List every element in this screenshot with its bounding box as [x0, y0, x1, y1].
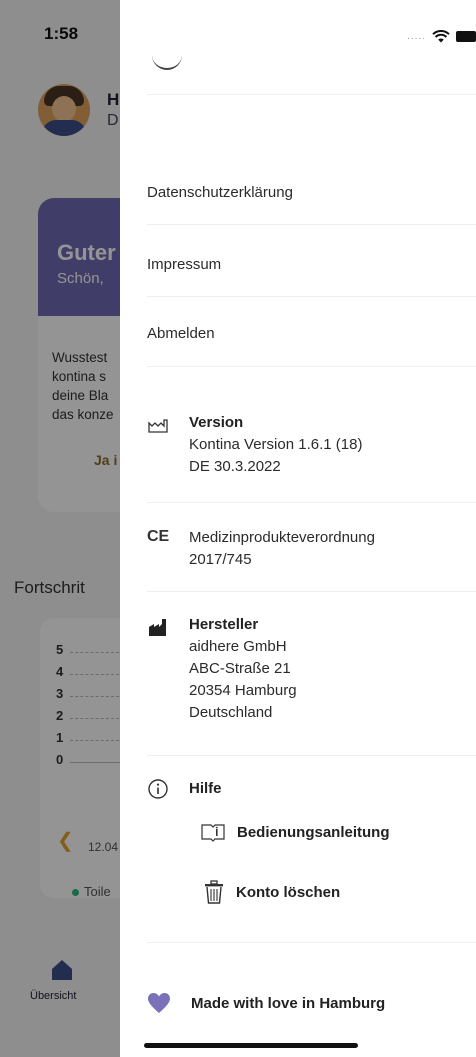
status-indicators: ..... — [407, 30, 476, 43]
version-number: Kontina Version 1.6.1 (18) — [189, 436, 363, 453]
version-date: DE 30.3.2022 — [189, 458, 281, 475]
manufacturer-city: 20354 Hamburg — [189, 682, 297, 699]
home-indicator[interactable] — [144, 1043, 358, 1048]
logout-link[interactable]: Abmelden — [147, 325, 215, 342]
help-heading: Hilfe — [189, 780, 222, 797]
manual-label: Bedienungsanleitung — [237, 823, 390, 841]
made-with-love-label: Made with love in Hamburg — [191, 994, 386, 1012]
privacy-policy-link[interactable]: Datenschutzerklärung — [147, 184, 293, 201]
regulation-line1: Medizinprodukteverordnung — [189, 529, 375, 546]
version-heading: Version — [189, 414, 244, 431]
manufacturer-info: Hersteller aidhere GmbH ABC-Straße 21 20… — [189, 614, 297, 724]
manufacture-date-icon — [148, 419, 168, 433]
delete-account-label: Konto löschen — [236, 883, 341, 901]
regulation-line2: 2017/745 — [189, 551, 252, 568]
book-icon — [201, 824, 225, 842]
ce-mark-icon: CE — [147, 528, 170, 545]
manufacturer-heading: Hersteller — [189, 616, 259, 633]
battery-icon — [456, 31, 476, 42]
signal-icon: ..... — [407, 31, 426, 42]
manufacturer-country: Deutschland — [189, 704, 273, 721]
profile-partial-icon — [152, 40, 182, 70]
made-with-love: Made with love in Hamburg — [147, 992, 385, 1014]
info-circle-icon — [148, 779, 168, 799]
help-heading-wrap: Hilfe — [189, 778, 222, 800]
delete-account-button[interactable]: Konto löschen — [204, 880, 340, 904]
regulation-info: Medizinprodukteverordnung 2017/745 — [189, 527, 375, 571]
side-drawer: ..... Datenschutzerklärung Impressum Abm… — [120, 0, 476, 1057]
trash-icon — [205, 880, 223, 904]
factory-icon — [149, 619, 166, 636]
wifi-icon — [432, 30, 450, 43]
manufacturer-street: ABC-Straße 21 — [189, 660, 291, 677]
heart-icon — [148, 993, 170, 1013]
version-info: Version Kontina Version 1.6.1 (18) DE 30… — [189, 412, 362, 478]
manufacturer-name: aidhere GmbH — [189, 638, 287, 655]
manual-link[interactable]: Bedienungsanleitung — [201, 822, 390, 842]
imprint-link[interactable]: Impressum — [147, 256, 221, 273]
